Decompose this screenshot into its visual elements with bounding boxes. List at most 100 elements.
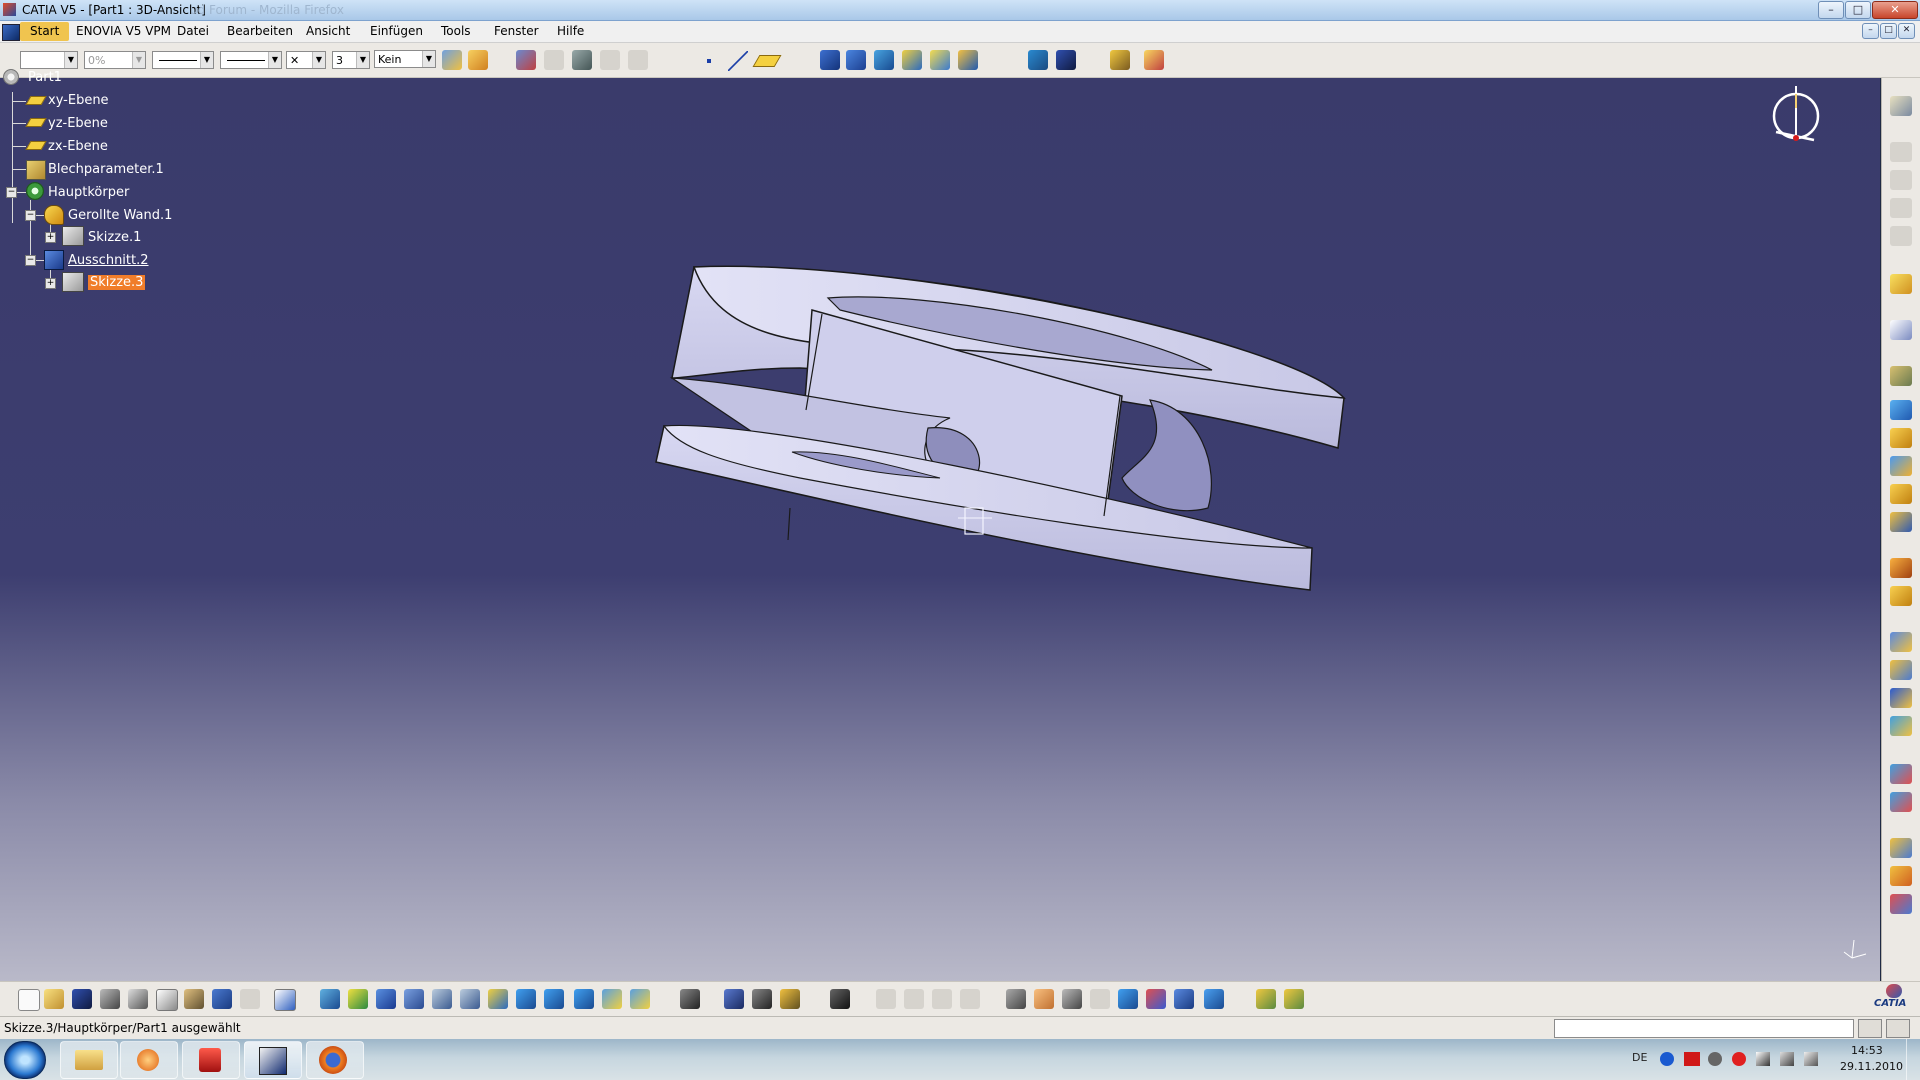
unfold-icon[interactable]	[1890, 512, 1912, 532]
bluetooth-icon[interactable]	[1660, 1052, 1674, 1066]
collapse-toggle-ausschnitt[interactable]: −	[25, 255, 36, 266]
swap-visible-icon[interactable]	[630, 989, 650, 1009]
mirror-icon[interactable]	[1890, 792, 1912, 812]
assembly-icon[interactable]	[1144, 50, 1164, 70]
user-pattern-icon[interactable]	[1890, 894, 1912, 914]
new-file-icon[interactable]	[18, 989, 40, 1011]
axis-icon[interactable]	[1062, 989, 1082, 1009]
flange-icon[interactable]	[1890, 456, 1912, 476]
grayed-icon[interactable]	[904, 989, 924, 1009]
command-input[interactable]	[1554, 1019, 1854, 1038]
grayed-icon-3[interactable]	[628, 50, 648, 70]
plane-blue-icon[interactable]	[1204, 989, 1224, 1009]
point-icon[interactable]	[707, 59, 711, 63]
select-arrow-icon[interactable]	[1890, 274, 1912, 294]
sheetmetal-params-icon[interactable]	[26, 160, 46, 180]
grayed-icon[interactable]	[1890, 226, 1912, 246]
compass-widget[interactable]	[1766, 84, 1826, 154]
command-button-2[interactable]	[1886, 1019, 1910, 1038]
ati-icon[interactable]	[1684, 1052, 1700, 1066]
flag-icon[interactable]	[1756, 1052, 1770, 1066]
save-icon[interactable]	[1056, 50, 1076, 70]
menu-ansicht[interactable]: Ansicht	[306, 24, 350, 38]
sketch-position-icon[interactable]	[846, 50, 866, 70]
clock-time[interactable]: 14:53	[1851, 1044, 1883, 1057]
painter-icon[interactable]	[442, 50, 462, 70]
tray-icon[interactable]	[1708, 1052, 1722, 1066]
minimize-button[interactable]: –	[1818, 1, 1844, 19]
analysis-icon[interactable]	[572, 50, 592, 70]
taskbar-firefox[interactable]	[306, 1041, 364, 1079]
parts-icon[interactable]	[1118, 989, 1138, 1009]
rectangular-pattern-icon[interactable]	[1890, 866, 1912, 886]
point-size-combo[interactable]: 3 ▼	[332, 51, 370, 69]
tree-item-xy-plane[interactable]: xy-Ebene	[48, 93, 109, 108]
catalog-2-icon[interactable]	[1284, 989, 1304, 1009]
wall-icon[interactable]	[1890, 428, 1912, 448]
copy-icon[interactable]	[156, 989, 178, 1011]
sketch-icon[interactable]	[820, 50, 840, 70]
sheetmetal-parameters-icon[interactable]	[1890, 366, 1912, 386]
tree-item-skizze3-selected[interactable]: Skizze.3	[88, 275, 146, 290]
tree-item-skizze1[interactable]: Skizze.1	[88, 230, 141, 245]
cutout-icon[interactable]	[1890, 632, 1912, 652]
layer-combo[interactable]: Kein ▼	[374, 50, 436, 68]
doc-minimize-button[interactable]: –	[1862, 23, 1879, 39]
open-folder-icon[interactable]	[44, 989, 64, 1009]
plane-icon[interactable]	[25, 118, 47, 127]
grayed-icon[interactable]	[1890, 170, 1912, 190]
collapse-toggle-hauptkoerper[interactable]: −	[6, 187, 17, 198]
clock-date[interactable]: 29.11.2010	[1840, 1060, 1903, 1073]
measure-between-icon[interactable]	[680, 989, 700, 1009]
point-type-combo[interactable]: ✕ ▼	[286, 51, 326, 69]
corner-relief-icon[interactable]	[1890, 716, 1912, 736]
save-icon[interactable]	[72, 989, 92, 1009]
transparency-combo[interactable]: 0% ▼	[84, 51, 146, 69]
tree-item-yz-plane[interactable]: yz-Ebene	[48, 116, 108, 131]
plane-icon[interactable]	[25, 96, 47, 105]
plane-icon[interactable]	[25, 141, 47, 150]
doc-restore-button[interactable]: □	[1880, 23, 1897, 39]
menu-einfuegen[interactable]: Einfügen	[370, 24, 423, 38]
redo-icon[interactable]	[240, 989, 260, 1009]
zoom-in-icon[interactable]	[432, 989, 452, 1009]
grayed-icon[interactable]	[1890, 198, 1912, 218]
menu-fenster[interactable]: Fenster	[494, 24, 539, 38]
pattern-icon[interactable]	[1890, 764, 1912, 784]
volume-icon[interactable]	[1804, 1052, 1818, 1066]
extrude-icon[interactable]	[902, 50, 922, 70]
antivirus-icon[interactable]	[1732, 1052, 1746, 1066]
flange-icon[interactable]	[958, 50, 978, 70]
pan-icon[interactable]	[376, 989, 396, 1009]
mass-icon[interactable]	[780, 989, 800, 1009]
body-gear-icon[interactable]	[26, 182, 44, 200]
fly-mode-icon[interactable]	[320, 989, 340, 1009]
menu-hilfe[interactable]: Hilfe	[557, 24, 584, 38]
iso-view-icon[interactable]	[544, 989, 564, 1009]
translate-icon[interactable]	[1890, 838, 1912, 858]
3d-viewport[interactable]: Part1 xy-Ebene yz-Ebene zx-Ebene Blechpa…	[0, 69, 1880, 981]
sheetmetal-part[interactable]	[0, 78, 1880, 981]
linetype-combo[interactable]: ▼	[220, 51, 282, 69]
hole-icon[interactable]	[1890, 660, 1912, 680]
linewidth-combo[interactable]: ▼	[152, 51, 214, 69]
grayed-icon-2[interactable]	[600, 50, 620, 70]
start-orb-icon[interactable]	[4, 1041, 46, 1079]
multi-view-icon[interactable]	[516, 989, 536, 1009]
hand-icon[interactable]	[1034, 989, 1054, 1009]
show-desktop-button[interactable]	[1906, 1039, 1920, 1080]
collapse-toggle-gerollte-wand[interactable]: −	[25, 210, 36, 221]
menu-datei[interactable]: Datei	[177, 24, 209, 38]
3d-compass-icon[interactable]	[1006, 989, 1026, 1009]
capture-icon[interactable]	[830, 989, 850, 1009]
menu-start[interactable]: Start	[20, 22, 70, 41]
update-icon[interactable]	[1028, 50, 1048, 70]
fit-all-icon[interactable]	[348, 989, 368, 1009]
measure-icon[interactable]	[516, 50, 536, 70]
menu-enovia[interactable]: ENOVIA V5 VPM	[76, 24, 171, 38]
rolled-wall-icon[interactable]	[44, 205, 64, 225]
command-button[interactable]	[1858, 1019, 1882, 1038]
brush-icon[interactable]	[468, 50, 488, 70]
grayed-icon[interactable]	[544, 50, 564, 70]
taskbar-media-player[interactable]	[120, 1041, 178, 1079]
